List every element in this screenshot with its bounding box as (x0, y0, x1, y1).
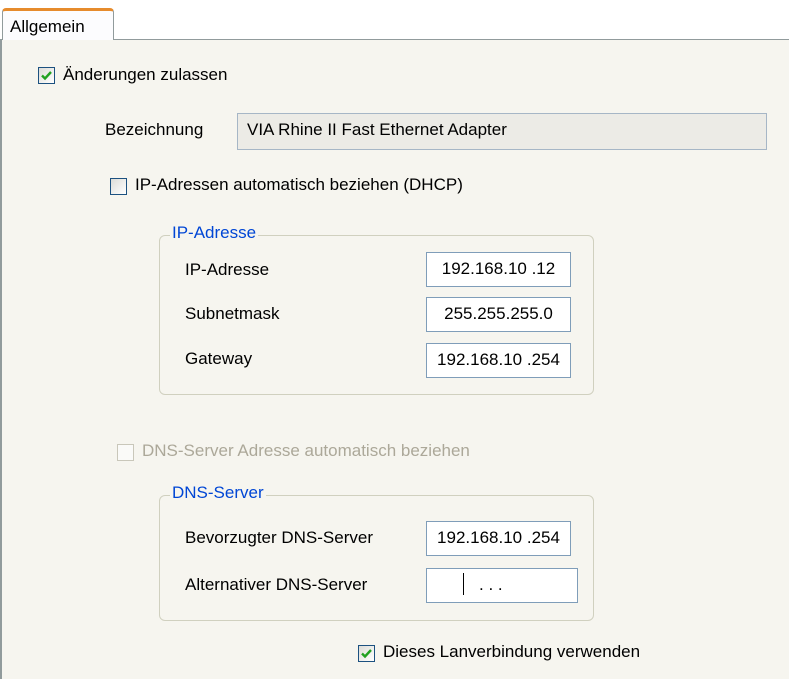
tab-label: Allgemein (10, 17, 85, 36)
alternate-dns-field[interactable]: . . . (426, 568, 578, 603)
dns-group-legend: DNS-Server (170, 483, 266, 503)
subnet-field[interactable]: 255.255.255.0 (426, 297, 571, 332)
checkmark-icon (361, 649, 372, 659)
checkmark-icon (41, 71, 52, 81)
use-connection-checkbox[interactable] (358, 645, 375, 662)
gateway-field[interactable]: 192.168.10 .254 (426, 343, 571, 378)
gateway-label: Gateway (185, 349, 253, 368)
allow-changes-checkbox[interactable] (38, 67, 55, 84)
subnet-label: Subnetmask (185, 304, 280, 323)
tab-allgemein[interactable]: Allgemein (2, 8, 114, 40)
dns-auto-label: DNS-Server Adresse automatisch beziehen (142, 441, 470, 460)
designation-label: Bezeichnung (105, 120, 204, 139)
dns-auto-checkbox[interactable] (117, 444, 134, 461)
designation-field: VIA Rhine II Fast Ethernet Adapter (237, 113, 767, 150)
allow-changes-label: Änderungen zulassen (63, 65, 228, 84)
text-cursor (463, 573, 464, 595)
ip-address-label: IP-Adresse (185, 260, 270, 279)
general-panel: Änderungen zulassen Bezeichnung VIA Rhin… (0, 39, 789, 679)
ip-address-field[interactable]: 192.168.10 .12 (426, 252, 571, 287)
alternate-dns-label: Alternativer DNS-Server (185, 575, 368, 594)
alternate-dns-dots: . . . (479, 575, 503, 594)
preferred-dns-field[interactable]: 192.168.10 .254 (426, 521, 571, 556)
ip-group-legend: IP-Adresse (170, 223, 259, 243)
dhcp-label: IP-Adressen automatisch beziehen (DHCP) (135, 175, 463, 194)
preferred-dns-label: Bevorzugter DNS-Server (185, 528, 374, 547)
dhcp-checkbox[interactable] (110, 178, 127, 195)
use-connection-label: Dieses Lanverbindung verwenden (383, 642, 641, 661)
